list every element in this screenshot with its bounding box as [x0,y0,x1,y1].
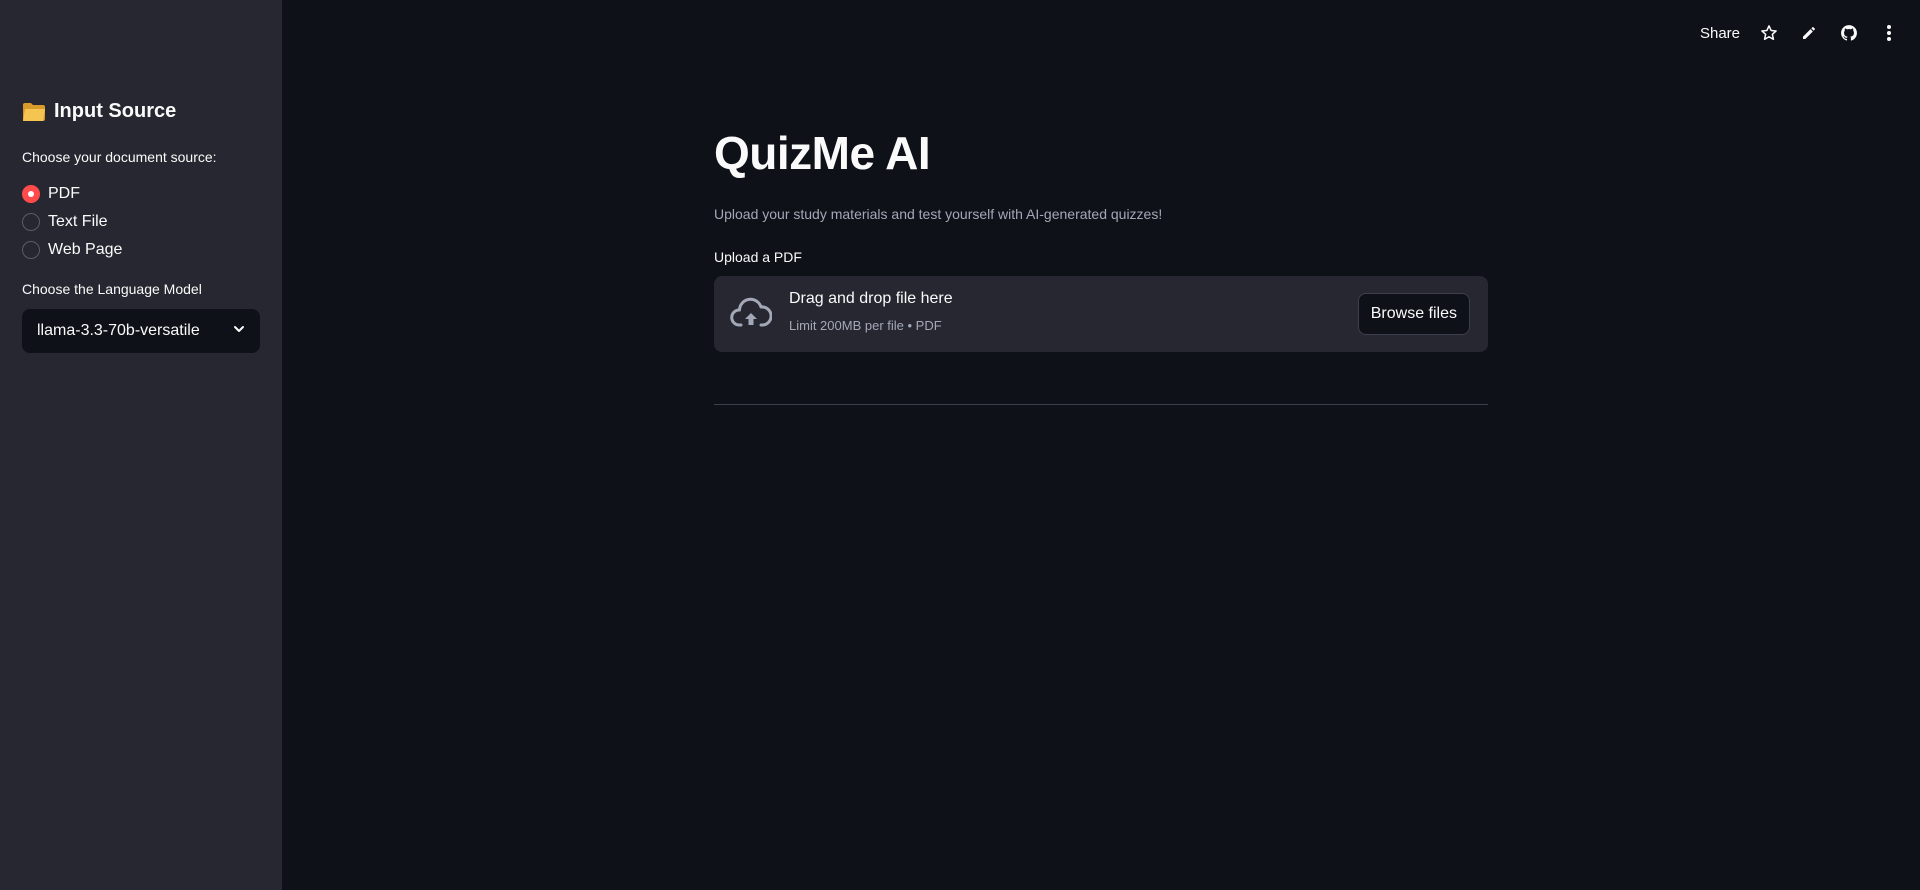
radio-option-pdf[interactable]: PDF [22,180,122,208]
dropzone-title: Drag and drop file here [789,290,953,307]
cloud-upload-icon [730,294,773,334]
model-label: Choose the Language Model [22,281,202,297]
radio-label: PDF [48,185,80,202]
more-vertical-icon[interactable] [1878,22,1900,44]
upload-label: Upload a PDF [714,249,802,265]
chevron-down-icon [232,322,246,341]
sidebar: Input Source Choose your document source… [0,0,282,890]
radio-indicator[interactable] [22,213,40,231]
dropzone-limit: Limit 200MB per file • PDF [789,318,942,333]
folder-icon [22,102,46,122]
radio-option-text-file[interactable]: Text File [22,208,122,236]
app-window: Input Source Choose your document source… [0,0,1920,890]
source-label: Choose your document source: [22,149,217,165]
divider [714,404,1488,405]
sidebar-header-label: Input Source [54,100,177,122]
file-dropzone[interactable]: Drag and drop file here Limit 200MB per … [714,276,1488,352]
model-select[interactable]: llama-3.3-70b-versatile [22,309,260,353]
model-select-value: llama-3.3-70b-versatile [37,322,200,339]
radio-label: Text File [48,213,108,230]
pencil-icon[interactable] [1798,22,1820,44]
radio-label: Web Page [48,241,123,258]
radio-indicator[interactable] [22,241,40,259]
share-button[interactable]: Share [1700,25,1740,42]
star-icon[interactable] [1758,22,1780,44]
radio-option-web-page[interactable]: Web Page [22,236,122,264]
browse-files-button[interactable]: Browse files [1357,293,1470,335]
source-radio-group: PDF Text File Web Page [22,180,122,264]
page-title: QuizMe AI [714,127,931,179]
top-toolbar: Share [1700,20,1900,46]
github-icon[interactable] [1838,22,1860,44]
sidebar-header: Input Source [22,100,176,123]
radio-selected-indicator[interactable] [22,185,40,203]
page-subtitle: Upload your study materials and test you… [714,206,1163,222]
